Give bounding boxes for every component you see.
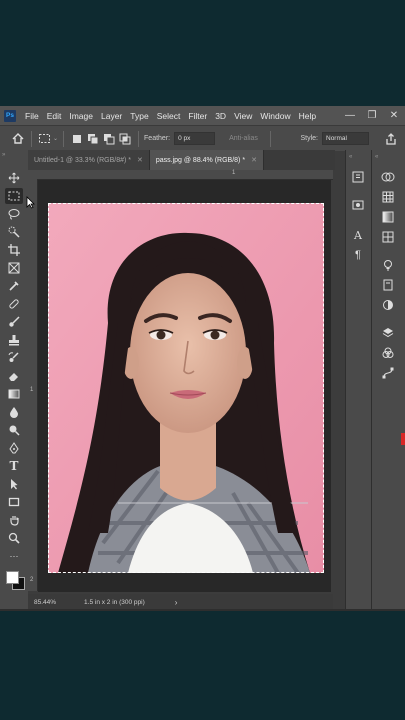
crop-icon[interactable]	[5, 242, 23, 258]
style-select[interactable]: Normal	[322, 132, 369, 145]
close-icon[interactable]: ✕	[251, 156, 257, 164]
ruler-mark: 1	[30, 387, 34, 393]
layers-panel-icon[interactable]	[380, 326, 396, 340]
hand-icon[interactable]	[5, 512, 23, 528]
ps-logo-icon[interactable]: Ps	[4, 109, 16, 122]
color-panel-icon[interactable]	[380, 170, 396, 184]
stamp-icon[interactable]	[5, 332, 23, 348]
marquee-preset-icon[interactable]	[37, 131, 53, 147]
ruler-mark: 2	[30, 577, 34, 583]
vertical-scrollbar[interactable]	[333, 170, 344, 594]
style-label: Style:	[300, 135, 318, 142]
history-brush-icon[interactable]	[5, 350, 23, 366]
type-icon[interactable]: T	[5, 458, 23, 474]
learn-panel-icon[interactable]	[380, 258, 396, 272]
ruler-top: 1	[38, 170, 333, 180]
tab-untitled[interactable]: Untitled-1 @ 33.3% (RGB/8#) * ✕	[28, 150, 150, 170]
frame-icon[interactable]	[5, 260, 23, 276]
options-bar: ⌄ Feather: 0 px Anti-alias Style: Normal	[0, 125, 405, 151]
patterns-panel-icon[interactable]	[380, 230, 396, 244]
tab-label: Untitled-1 @ 33.3% (RGB/8#) *	[34, 156, 131, 164]
history-panel-icon[interactable]	[350, 170, 366, 184]
tools-panel: » T ···	[0, 150, 28, 611]
gradients-panel-icon[interactable]	[380, 210, 396, 224]
photoshop-window: Ps File Edit Image Layer Type Select Fil…	[0, 106, 405, 611]
cursor-icon	[26, 196, 35, 209]
feather-label: Feather:	[144, 135, 171, 142]
document-info: 1.5 in x 2 in (300 ppi)	[84, 599, 145, 606]
minimize-button[interactable]: —	[339, 110, 361, 121]
canvas-area[interactable]	[38, 180, 331, 592]
red-accent	[401, 433, 405, 445]
menu-file[interactable]: File	[21, 111, 43, 121]
menu-edit[interactable]: Edit	[43, 111, 66, 121]
collapse-icon[interactable]: »	[2, 152, 5, 158]
zoom-icon[interactable]	[5, 530, 23, 546]
ruler-left: 1 2	[28, 179, 38, 591]
menu-window[interactable]: Window	[256, 111, 294, 121]
menu-view[interactable]: View	[230, 111, 256, 121]
character-panel-icon[interactable]: A	[350, 228, 366, 242]
move-icon[interactable]	[5, 170, 23, 186]
tab-pass[interactable]: pass.jpg @ 88.4% (RGB/8) * ✕	[149, 150, 264, 170]
ruler-mark: 1	[232, 170, 236, 176]
zoom-level[interactable]: 85.44%	[34, 599, 56, 606]
dodge-icon[interactable]	[5, 422, 23, 438]
intersect-selection-icon[interactable]	[117, 131, 133, 147]
eraser-icon[interactable]	[5, 368, 23, 384]
marquee-icon[interactable]	[5, 188, 23, 204]
selection-marquee	[48, 203, 324, 573]
brush-icon[interactable]	[5, 314, 23, 330]
channels-panel-icon[interactable]	[380, 346, 396, 360]
menu-layer[interactable]: Layer	[97, 111, 126, 121]
quick-select-icon[interactable]	[5, 224, 23, 240]
pen-icon[interactable]	[5, 440, 23, 456]
path-select-icon[interactable]	[5, 476, 23, 492]
menu-image[interactable]: Image	[65, 111, 97, 121]
paths-panel-icon[interactable]	[380, 366, 396, 380]
tab-label: pass.jpg @ 88.4% (RGB/8) *	[155, 156, 246, 164]
properties-panel-icon[interactable]	[350, 198, 366, 212]
menu-filter[interactable]: Filter	[184, 111, 211, 121]
close-icon[interactable]: ✕	[137, 156, 143, 164]
status-arrow-icon[interactable]: ›	[175, 598, 178, 607]
menu-type[interactable]: Type	[126, 111, 152, 121]
menu-select[interactable]: Select	[153, 111, 185, 121]
swatches-panel-icon[interactable]	[380, 190, 396, 204]
close-window-button[interactable]: ✕	[383, 110, 405, 121]
document-tabs: Untitled-1 @ 33.3% (RGB/8#) * ✕ pass.jpg…	[28, 150, 335, 170]
new-selection-icon[interactable]	[69, 131, 85, 147]
healing-icon[interactable]	[5, 296, 23, 312]
blur-icon[interactable]	[5, 404, 23, 420]
menu-bar: Ps File Edit Image Layer Type Select Fil…	[0, 106, 405, 125]
panel-dock-a: « A ¶	[345, 150, 371, 611]
eyedropper-icon[interactable]	[5, 278, 23, 294]
more-icon[interactable]: ···	[5, 548, 23, 564]
gradient-icon[interactable]	[5, 386, 23, 402]
maximize-button[interactable]: ❐	[361, 110, 383, 121]
menu-3d[interactable]: 3D	[211, 111, 230, 121]
share-icon[interactable]	[383, 131, 399, 147]
libraries-panel-icon[interactable]	[380, 278, 396, 292]
panel-dock-b: «	[371, 150, 405, 611]
feather-input[interactable]: 0 px	[174, 132, 216, 145]
lasso-icon[interactable]	[5, 206, 23, 222]
home-icon[interactable]	[10, 131, 26, 147]
paragraph-panel-icon[interactable]: ¶	[350, 248, 366, 262]
antialias-checkbox[interactable]: Anti-alias	[229, 135, 258, 142]
rectangle-icon[interactable]	[5, 494, 23, 510]
add-selection-icon[interactable]	[85, 131, 101, 147]
adjustments-panel-icon[interactable]	[380, 298, 396, 312]
color-swatches[interactable]	[3, 568, 25, 590]
subtract-selection-icon[interactable]	[101, 131, 117, 147]
chevron-down-icon[interactable]: ⌄	[53, 135, 58, 142]
menu-help[interactable]: Help	[295, 111, 320, 121]
foreground-color-swatch[interactable]	[6, 571, 19, 584]
